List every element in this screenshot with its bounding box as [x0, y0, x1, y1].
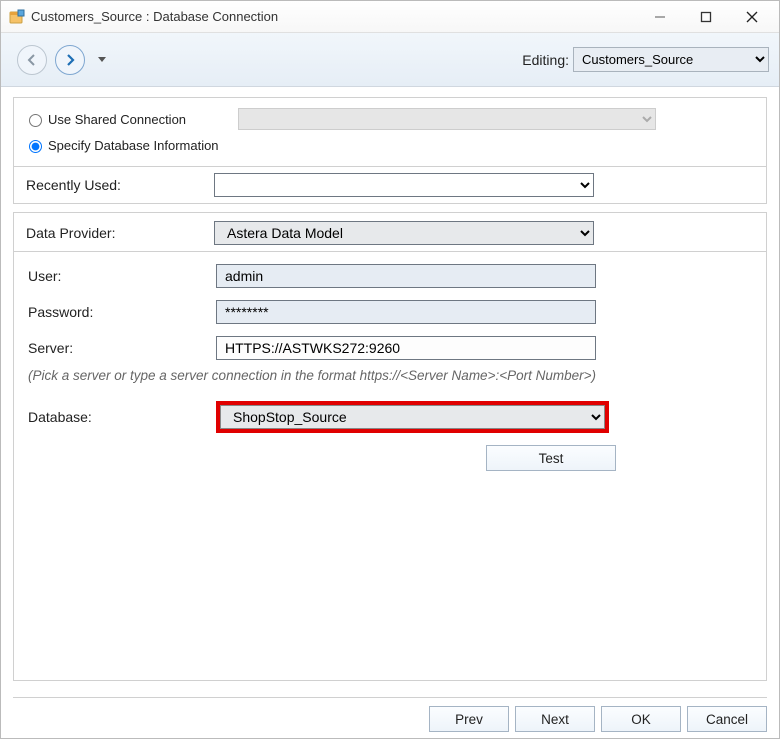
forward-button[interactable] [55, 45, 85, 75]
recently-used-label: Recently Used: [26, 177, 214, 193]
data-provider-group: Data Provider: Astera Data Model [13, 212, 767, 251]
server-input[interactable] [216, 336, 596, 360]
titlebar: Customers_Source : Database Connection [1, 1, 779, 33]
next-button[interactable]: Next [515, 706, 595, 732]
database-select[interactable]: ShopStop_Source [220, 405, 605, 429]
prev-button[interactable]: Prev [429, 706, 509, 732]
database-highlight: ShopStop_Source [216, 401, 609, 433]
user-label: User: [28, 268, 216, 284]
server-label: Server: [28, 340, 216, 356]
minimize-button[interactable] [637, 1, 683, 33]
data-provider-label: Data Provider: [26, 225, 214, 241]
nav-bar: Editing: Customers_Source [1, 33, 779, 87]
specify-db-radio[interactable] [29, 140, 42, 153]
connection-details-group: User: Password: Server: (Pick a server o… [13, 251, 767, 681]
database-label: Database: [28, 409, 216, 425]
ok-button[interactable]: OK [601, 706, 681, 732]
editing-select[interactable]: Customers_Source [573, 47, 769, 72]
server-hint: (Pick a server or type a server connecti… [16, 366, 764, 385]
data-provider-row: Data Provider: Astera Data Model [14, 215, 766, 251]
database-row: Database: ShopStop_Source [16, 395, 764, 439]
data-provider-select[interactable]: Astera Data Model [214, 221, 594, 245]
connection-mode-group: Use Shared Connection Specify Database I… [13, 97, 767, 167]
forward-history-dropdown[interactable] [93, 45, 105, 75]
window-title: Customers_Source : Database Connection [31, 9, 278, 24]
recently-used-row: Recently Used: [13, 167, 767, 204]
shared-connection-select[interactable] [238, 108, 656, 130]
maximize-button[interactable] [683, 1, 729, 33]
back-button[interactable] [17, 45, 47, 75]
user-input[interactable] [216, 264, 596, 288]
editing-label: Editing: [522, 52, 569, 68]
cancel-button[interactable]: Cancel [687, 706, 767, 732]
specify-db-row: Specify Database Information [24, 132, 756, 158]
specify-db-label: Specify Database Information [48, 138, 238, 153]
chevron-down-icon [98, 57, 106, 62]
password-row: Password: [16, 294, 764, 330]
footer-buttons: Prev Next OK Cancel [13, 697, 767, 732]
password-input[interactable] [216, 300, 596, 324]
password-label: Password: [28, 304, 216, 320]
test-row: Test [16, 439, 764, 477]
test-button[interactable]: Test [486, 445, 616, 471]
close-button[interactable] [729, 1, 775, 33]
app-icon [9, 9, 25, 25]
use-shared-connection-label: Use Shared Connection [48, 112, 238, 127]
recently-used-select[interactable] [214, 173, 594, 197]
server-row: Server: [16, 330, 764, 366]
use-shared-connection-row: Use Shared Connection [24, 106, 756, 132]
use-shared-connection-radio[interactable] [29, 114, 42, 127]
user-row: User: [16, 258, 764, 294]
